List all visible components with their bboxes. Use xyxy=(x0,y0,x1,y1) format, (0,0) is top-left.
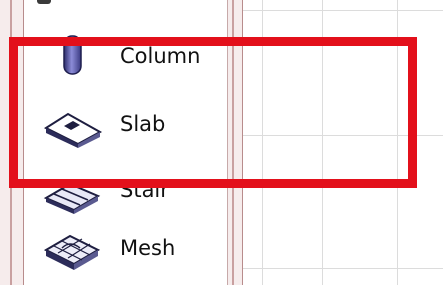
toolbox-item-stair[interactable]: Stair xyxy=(24,164,227,218)
column-label: Column xyxy=(120,44,201,68)
stair-icon xyxy=(43,182,101,214)
toolbox-item-slab[interactable]: Slab xyxy=(24,98,227,152)
previous-tool-icon-fragment xyxy=(37,0,51,4)
stair-label: Stair xyxy=(120,178,169,202)
mesh-label: Mesh xyxy=(120,236,176,260)
window-frame-left xyxy=(0,0,24,285)
slab-label: Slab xyxy=(120,112,166,136)
drawing-canvas[interactable] xyxy=(242,0,443,285)
mesh-icon xyxy=(43,234,101,270)
toolbox-item-mesh[interactable]: Mesh xyxy=(24,222,227,276)
window-frame-right xyxy=(228,0,243,285)
column-icon xyxy=(63,35,82,75)
toolbox-item-column[interactable]: Column xyxy=(24,30,227,84)
slab-icon xyxy=(43,112,103,148)
